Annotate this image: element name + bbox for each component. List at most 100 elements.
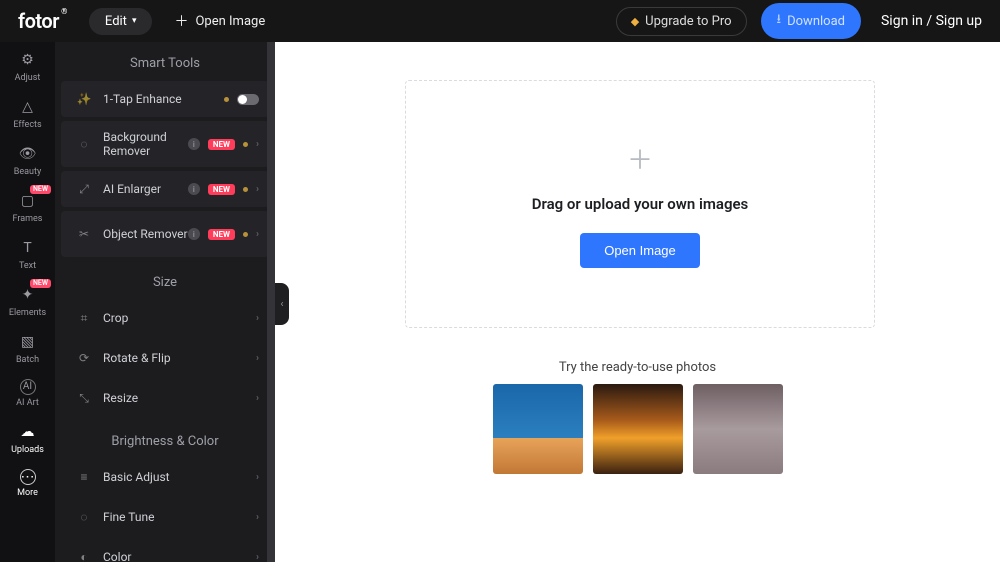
adjust-icon: ⚙ xyxy=(18,50,38,70)
text-icon: T xyxy=(18,238,38,258)
nav-text[interactable]: T Text xyxy=(0,230,55,277)
panel-scrollbar[interactable] xyxy=(267,42,275,562)
upgrade-button[interactable]: ◆ Upgrade to Pro xyxy=(616,7,747,36)
enhance-icon: ✨ xyxy=(75,90,93,108)
more-icon: ⋯ xyxy=(20,469,36,485)
premium-dot-icon xyxy=(243,142,248,147)
nav-aiart-label: AI Art xyxy=(16,398,39,408)
dropzone-text: Drag or upload your own images xyxy=(532,195,749,213)
nav-effects-label: Effects xyxy=(13,120,41,130)
new-pill: NEW xyxy=(208,184,235,195)
uploads-icon: ☁ xyxy=(18,422,38,442)
open-image-button[interactable]: Open Image xyxy=(580,233,700,268)
beauty-icon: 👁 xyxy=(18,144,38,164)
try-photos-label: Try the ready-to-use photos xyxy=(275,360,1000,375)
edit-dropdown[interactable]: Edit ▾ xyxy=(89,8,153,35)
nav-aiart[interactable]: AIAI Art xyxy=(0,371,55,414)
tools-panel: Smart Tools ✨ 1-Tap Enhance ◌ Background… xyxy=(55,42,275,562)
nav-elements[interactable]: NEW✦Elements xyxy=(0,277,55,324)
info-icon: i xyxy=(188,228,200,240)
tool-basic-adjust[interactable]: ≡ Basic Adjust › xyxy=(61,459,269,495)
image-dropzone[interactable]: ＋ Drag or upload your own images Open Im… xyxy=(405,80,875,328)
diamond-icon: ◆ xyxy=(631,15,639,28)
bgremover-icon: ◌ xyxy=(75,135,93,153)
chevron-right-icon: › xyxy=(256,139,259,150)
sample-photos-row xyxy=(275,384,1000,474)
enlarger-label: AI Enlarger xyxy=(103,182,188,196)
tool-fine-tune[interactable]: ◌ Fine Tune › xyxy=(61,499,269,535)
left-nav-strip: ⚙ Adjust △ Effects 👁 Beauty NEW▢ Frames T Tex… xyxy=(0,42,55,562)
download-button[interactable]: ⭳ Download xyxy=(761,3,861,39)
chevron-right-icon: › xyxy=(256,393,259,404)
panel-collapse-tab[interactable]: ‹ xyxy=(275,283,289,325)
batch-icon: ▧ xyxy=(18,332,38,352)
upgrade-label: Upgrade to Pro xyxy=(645,14,731,29)
signin-link[interactable]: Sign in / Sign up xyxy=(881,13,982,29)
nav-adjust[interactable]: ⚙ Adjust xyxy=(0,42,55,89)
main-canvas-area: ＋ Drag or upload your own images Open Im… xyxy=(275,42,1000,562)
color-label: Color xyxy=(103,550,256,562)
nav-uploads[interactable]: ☁Uploads xyxy=(0,414,55,461)
resize-label: Resize xyxy=(103,391,256,405)
color-icon: ◐ xyxy=(75,548,93,562)
plus-icon: ＋ xyxy=(627,140,653,177)
bgremover-label: Background Remover xyxy=(103,130,188,159)
rotate-label: Rotate & Flip xyxy=(103,351,256,365)
tool-background-remover[interactable]: ◌ Background Remover i NEW › xyxy=(61,121,269,167)
sample-photo-1[interactable] xyxy=(493,384,583,474)
enhance-label: 1-Tap Enhance xyxy=(103,92,224,106)
download-icon: ⭳ xyxy=(777,10,782,32)
chevron-right-icon: › xyxy=(256,472,259,483)
nav-beauty-label: Beauty xyxy=(14,167,41,177)
basicadjust-label: Basic Adjust xyxy=(103,470,256,484)
plus-icon: ＋ xyxy=(174,11,188,31)
tool-crop[interactable]: ⌗ Crop › xyxy=(61,300,269,336)
logo-reg-icon: ® xyxy=(61,7,67,16)
logo[interactable]: fotor® xyxy=(18,9,59,33)
premium-dot-icon xyxy=(224,97,229,102)
chevron-right-icon: › xyxy=(256,184,259,195)
enhance-toggle[interactable] xyxy=(237,94,259,105)
new-badge: NEW xyxy=(30,185,51,194)
tool-color[interactable]: ◐ Color › xyxy=(61,539,269,562)
tool-1tap-enhance[interactable]: ✨ 1-Tap Enhance xyxy=(61,81,269,117)
finetune-icon: ◌ xyxy=(75,508,93,526)
nav-adjust-label: Adjust xyxy=(15,73,41,83)
tool-object-remover[interactable]: ✂ Object Remover i NEW › xyxy=(61,211,269,257)
nav-frames-label: Frames xyxy=(13,214,43,224)
objremover-icon: ✂ xyxy=(75,225,93,243)
nav-more[interactable]: ⋯ More xyxy=(0,461,55,504)
rotate-icon: ⟳ xyxy=(75,349,93,367)
logo-text: fotor xyxy=(18,9,59,33)
nav-more-label: More xyxy=(17,488,38,498)
open-image-top-button[interactable]: ＋ Open Image xyxy=(174,11,265,31)
premium-dot-icon xyxy=(243,187,248,192)
tool-ai-enlarger[interactable]: ⤢ AI Enlarger i NEW › xyxy=(61,171,269,207)
chevron-right-icon: › xyxy=(256,229,259,240)
tool-resize[interactable]: ⤡ Resize › xyxy=(61,380,269,416)
crop-icon: ⌗ xyxy=(75,309,93,327)
premium-dot-icon xyxy=(243,232,248,237)
chevron-right-icon: › xyxy=(256,353,259,364)
nav-batch[interactable]: ▧ Batch xyxy=(0,324,55,371)
info-icon: i xyxy=(188,138,200,150)
app-header: fotor® Edit ▾ ＋ Open Image ◆ Upgrade to … xyxy=(0,0,1000,42)
sample-photo-2[interactable] xyxy=(593,384,683,474)
effects-icon: △ xyxy=(18,97,38,117)
tool-rotate-flip[interactable]: ⟳ Rotate & Flip › xyxy=(61,340,269,376)
nav-effects[interactable]: △ Effects xyxy=(0,89,55,136)
new-pill: NEW xyxy=(208,139,235,150)
sample-photo-3[interactable] xyxy=(693,384,783,474)
elements-icon: ✦ xyxy=(18,285,38,305)
chevron-right-icon: › xyxy=(256,512,259,523)
resize-icon: ⤡ xyxy=(75,389,93,407)
nav-frames[interactable]: NEW▢ Frames xyxy=(0,183,55,230)
nav-batch-label: Batch xyxy=(16,355,39,365)
section-size: Size xyxy=(55,261,275,300)
nav-beauty[interactable]: 👁 Beauty xyxy=(0,136,55,183)
nav-text-label: Text xyxy=(19,261,36,271)
nav-elements-label: Elements xyxy=(9,308,46,318)
frames-icon: ▢ xyxy=(18,191,38,211)
chevron-left-icon: ‹ xyxy=(280,299,283,310)
enlarger-icon: ⤢ xyxy=(75,180,93,198)
